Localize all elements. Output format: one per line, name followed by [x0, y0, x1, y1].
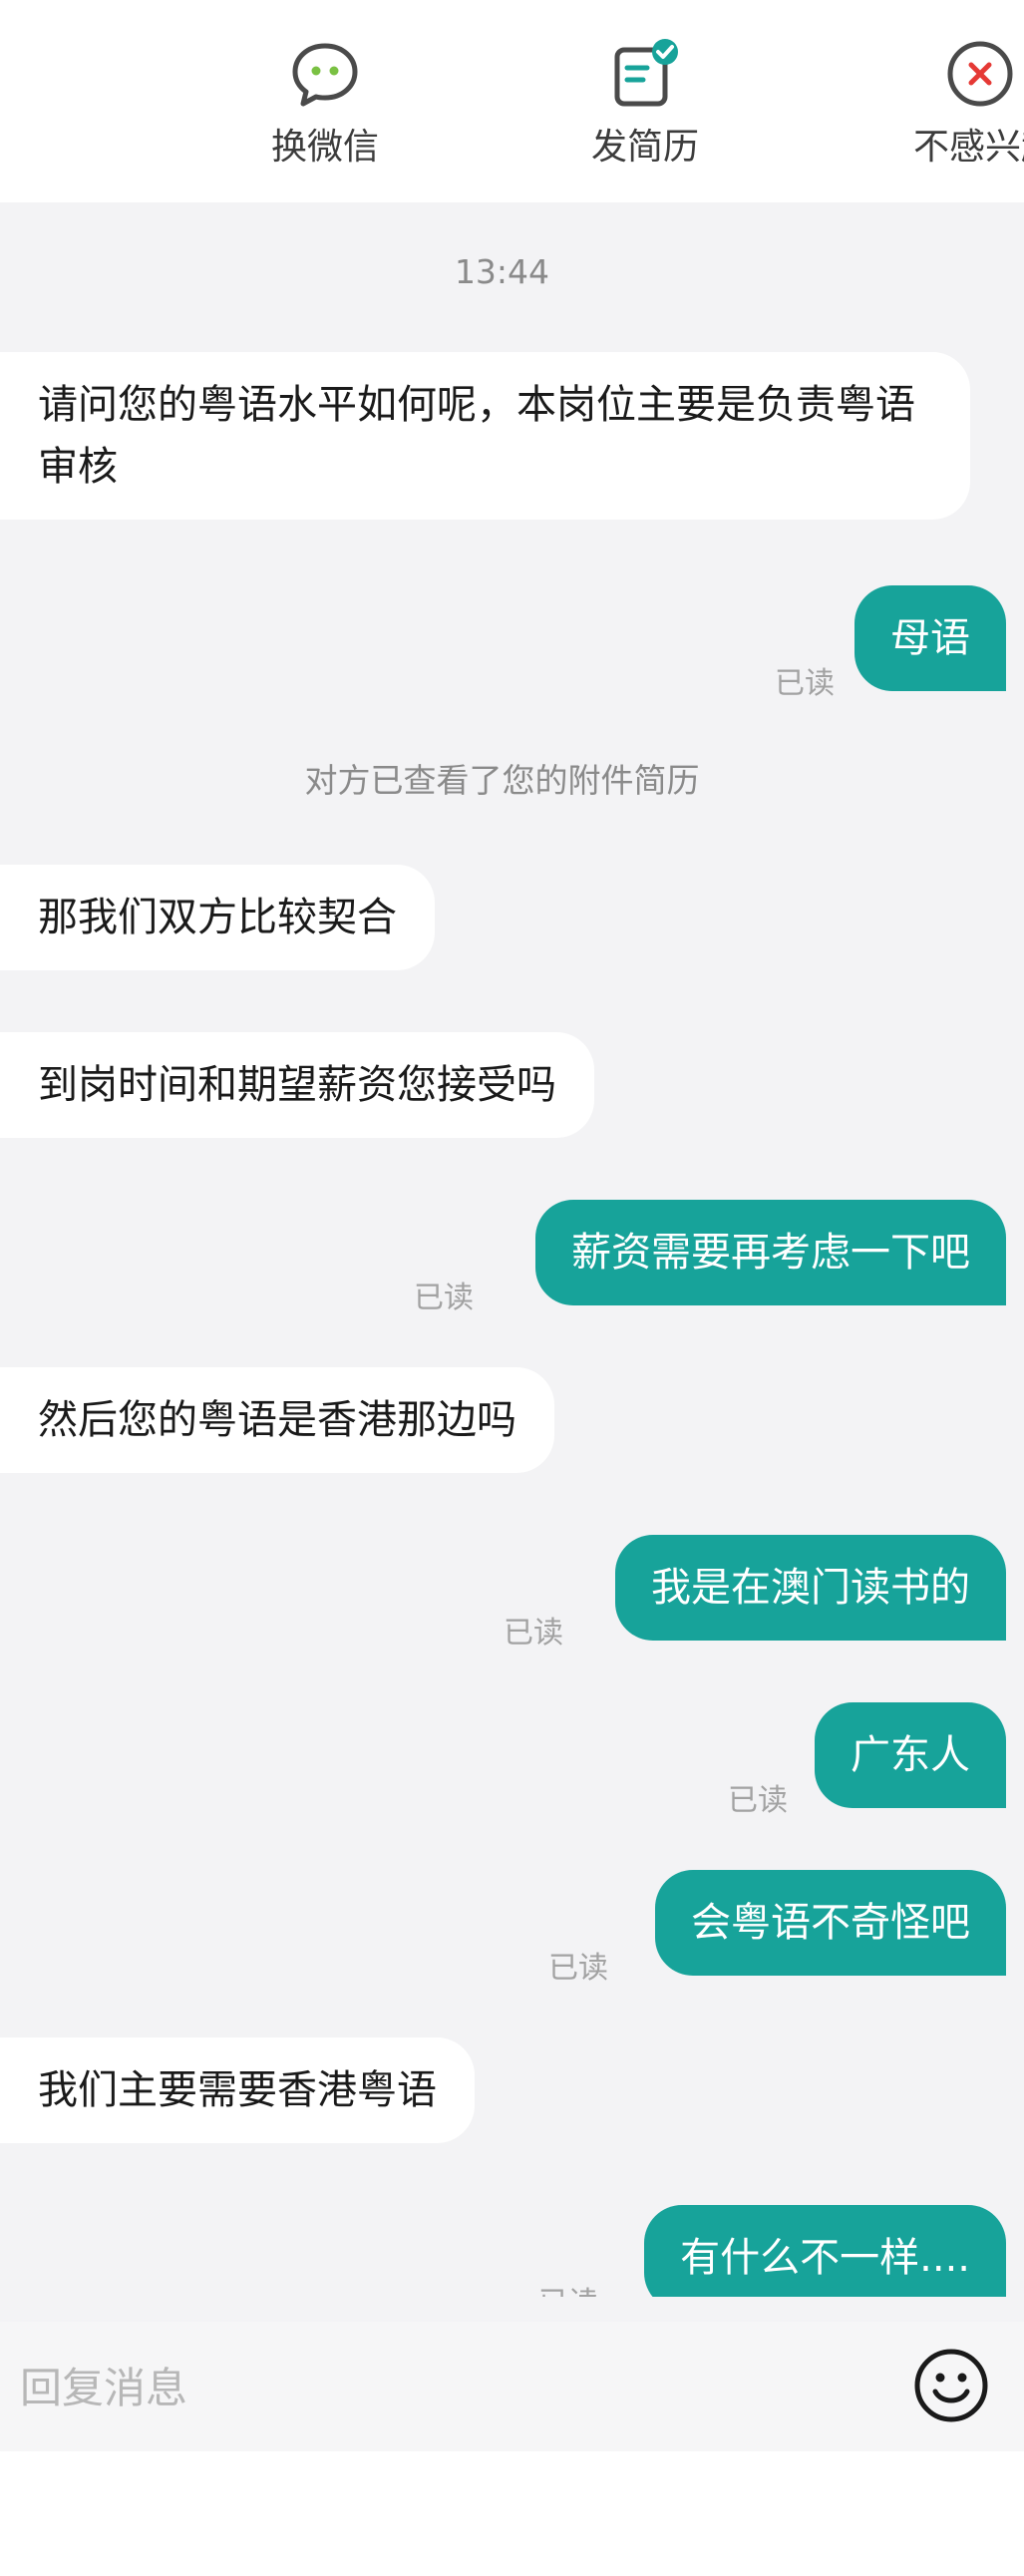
- message-bubble-sent[interactable]: 广东人: [815, 1702, 1006, 1808]
- not-interested-label: 不感兴趣: [913, 127, 1024, 168]
- exchange-wechat-label: 换微信: [270, 127, 379, 168]
- chat-screen: { "toolbar": { "phone_label": "电话", "wec…: [0, 0, 1024, 2576]
- read-status: 已读: [775, 666, 835, 701]
- message-bubble-received[interactable]: 到岗时间和期望薪资您接受吗: [0, 1032, 594, 1138]
- phone-label: 电话: [0, 126, 40, 170]
- chat-bubble-icon: [292, 43, 358, 107]
- message-list[interactable]: 13:44 请问您的粤语水平如何呢，本岗位主要是负责粤语审核 母语 已读 对方已…: [0, 202, 1024, 2297]
- read-status: 已读: [538, 2284, 598, 2297]
- message-bubble-sent[interactable]: 有什么不一样....: [644, 2205, 1006, 2297]
- message-bubble-sent[interactable]: 我是在澳门读书的: [615, 1535, 1006, 1641]
- message-bubble-sent[interactable]: 薪资需要再考虑一下吧: [535, 1200, 1006, 1305]
- smiley-face-icon[interactable]: [913, 2348, 989, 2423]
- not-interested-action[interactable]: 不感兴趣: [870, 0, 1024, 202]
- reply-composer: [0, 2322, 1024, 2451]
- message-bubble-received[interactable]: 然后您的粤语是香港那边吗: [0, 1367, 554, 1473]
- send-resume-label: 发简历: [590, 127, 699, 168]
- action-toolbar: 电话 换微信 发简历 不感兴趣: [0, 0, 1024, 202]
- resume-viewed-notice: 对方已查看了您的附件简历: [304, 761, 700, 800]
- read-status: 已读: [728, 1783, 788, 1818]
- reply-input[interactable]: [18, 2352, 879, 2423]
- message-timestamp: 13:44: [454, 252, 550, 291]
- read-status: 已读: [504, 1616, 563, 1651]
- message-bubble-received[interactable]: 请问您的粤语水平如何呢，本岗位主要是负责粤语审核: [0, 352, 970, 520]
- resume-icon: [614, 39, 678, 107]
- exchange-wechat-action[interactable]: 换微信: [215, 0, 435, 202]
- close-circle-icon: [947, 41, 1013, 107]
- bottom-safe-area: [0, 2451, 1024, 2576]
- phone-action[interactable]: 电话: [0, 0, 40, 202]
- message-bubble-received[interactable]: 那我们双方比较契合: [0, 865, 435, 970]
- read-status: 已读: [548, 1951, 608, 1986]
- read-status: 已读: [414, 1281, 474, 1315]
- send-resume-action[interactable]: 发简历: [535, 0, 755, 202]
- message-bubble-received[interactable]: 我们主要需要香港粤语: [0, 2037, 475, 2143]
- message-bubble-sent[interactable]: 母语: [854, 585, 1006, 691]
- message-bubble-sent[interactable]: 会粤语不奇怪吧: [655, 1870, 1006, 1976]
